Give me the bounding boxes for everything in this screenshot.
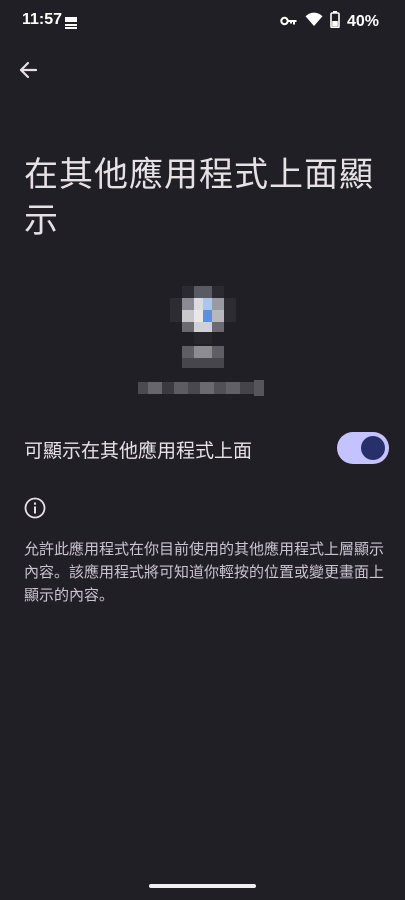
wifi-icon: [305, 12, 323, 31]
display-over-other-apps-toggle[interactable]: [337, 432, 389, 464]
display-over-other-apps-setting[interactable]: 可顯示在其他應用程式上面: [0, 420, 405, 476]
page-title: 在其他應用程式上面顯示: [24, 155, 374, 241]
vpn-key-icon: [280, 12, 298, 31]
status-bar: 11:57 40%: [0, 0, 405, 44]
battery-percent: 40%: [346, 12, 379, 30]
info-icon: [24, 497, 46, 519]
back-button[interactable]: [12, 56, 44, 88]
app-icon: [170, 286, 236, 370]
arrow-back-icon: [18, 60, 38, 84]
permission-description: 允許此應用程式在你目前使用的其他應用程式上層顯示內容。該應用程式將可知道你輕按的…: [24, 540, 385, 604]
toggle-thumb: [361, 436, 385, 460]
gesture-nav-handle[interactable]: [149, 884, 256, 888]
status-icons: 40%: [280, 11, 379, 32]
status-time: 11:57: [22, 11, 63, 28]
app-name-redacted: [138, 378, 266, 398]
setting-label: 可顯示在其他應用程式上面: [24, 440, 253, 462]
battery-icon: [330, 11, 340, 32]
screen: 11:57 40% 在其他應用程式上面顯示 可顯示在其他應用程式上面 允許此應用…: [0, 0, 405, 900]
data-usage-280-icon: [64, 15, 78, 30]
